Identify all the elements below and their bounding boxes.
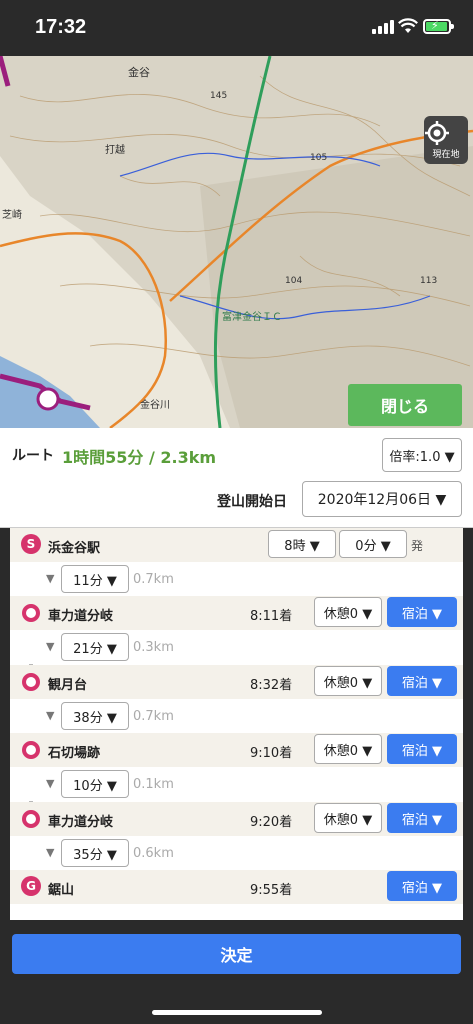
map-label: 113 bbox=[420, 276, 438, 286]
segment-arrow-icon: ▼ bbox=[46, 709, 55, 722]
map-label: 打越 bbox=[105, 145, 125, 156]
status-time: 17:32 bbox=[35, 16, 87, 38]
segment-row: ▼ 21分 ▼ 0.3km bbox=[10, 630, 463, 664]
waypoint-name: 車力道分岐 bbox=[48, 815, 114, 830]
rate-select[interactable]: 倍率:1.0 ▼ bbox=[382, 438, 462, 472]
waypoint-name: 車力道分岐 bbox=[48, 609, 114, 624]
cellular-signal-icon bbox=[372, 20, 394, 34]
waypoint-row: 観月台 8:32着 休憩0 ▼ 宿泊 ▼ bbox=[10, 665, 463, 699]
rest-select[interactable]: 休憩0 ▼ bbox=[314, 666, 382, 696]
waypoint-marker-icon bbox=[22, 673, 40, 691]
status-bar: 17:32 ⚡ bbox=[0, 0, 473, 56]
map-label: 富津金谷ＩＣ bbox=[222, 312, 282, 323]
route-summary-panel: ルート 1時間55分 / 2.3km 倍率:1.0 ▼ 登山開始日 2020年1… bbox=[0, 428, 473, 528]
departure-minute-select[interactable]: 0分 ▼ bbox=[339, 530, 407, 558]
current-location-label: 現在地 bbox=[432, 150, 460, 160]
segment-arrow-icon: ▼ bbox=[46, 640, 55, 653]
bottom-bar: 決定 bbox=[0, 920, 473, 1024]
waypoint-marker-icon bbox=[22, 810, 40, 828]
segment-distance: 0.3km bbox=[133, 640, 174, 655]
segment-row: ▼ 11分 ▼ 0.7km bbox=[10, 562, 463, 596]
arrival-time: 8:11着 bbox=[250, 609, 293, 624]
departure-hour-select[interactable]: 8時 ▼ bbox=[268, 530, 336, 558]
waypoint-row: 車力道分岐 9:20着 休憩0 ▼ 宿泊 ▼ bbox=[10, 802, 463, 836]
segment-arrow-icon: ▼ bbox=[46, 572, 55, 585]
departure-suffix: 発 bbox=[411, 539, 424, 553]
rest-select[interactable]: 休憩0 ▼ bbox=[314, 597, 382, 627]
stay-button[interactable]: 宿泊 ▼ bbox=[387, 871, 457, 901]
stay-button[interactable]: 宿泊 ▼ bbox=[387, 666, 457, 696]
battery-charging-icon: ⚡ bbox=[423, 19, 454, 34]
segment-arrow-icon: ▼ bbox=[46, 777, 55, 790]
arrival-time: 9:10着 bbox=[250, 746, 293, 761]
rest-select[interactable]: 休憩0 ▼ bbox=[314, 803, 382, 833]
waypoint-row: 石切場跡 9:10着 休憩0 ▼ 宿泊 ▼ bbox=[10, 733, 463, 767]
map-label: 金谷川 bbox=[140, 400, 170, 411]
route-value: 1時間55分 / 2.3km bbox=[62, 448, 217, 467]
segment-duration-select[interactable]: 35分 ▼ bbox=[61, 839, 129, 867]
stay-button[interactable]: 宿泊 ▼ bbox=[387, 734, 457, 764]
arrival-time: 9:20着 bbox=[250, 815, 293, 830]
segment-duration-select[interactable]: 10分 ▼ bbox=[61, 770, 129, 798]
waypoint-marker-icon bbox=[22, 741, 40, 759]
decide-button[interactable]: 決定 bbox=[12, 934, 461, 974]
map-label: 145 bbox=[210, 91, 228, 101]
segment-duration-select[interactable]: 38分 ▼ bbox=[61, 702, 129, 730]
waypoint-goal: G 鋸山 9:55着 宿泊 ▼ bbox=[10, 870, 463, 904]
segment-distance: 0.7km bbox=[133, 572, 174, 587]
waypoint-marker-icon bbox=[22, 604, 40, 622]
segment-duration-select[interactable]: 21分 ▼ bbox=[61, 633, 129, 661]
segment-row: ▼ 35分 ▼ 0.6km bbox=[10, 836, 463, 870]
close-button[interactable]: 閉じる bbox=[348, 384, 462, 426]
segment-arrow-icon: ▼ bbox=[46, 846, 55, 859]
stay-button[interactable]: 宿泊 ▼ bbox=[387, 803, 457, 833]
segment-duration-select[interactable]: 11分 ▼ bbox=[61, 565, 129, 593]
segment-distance: 0.1km bbox=[133, 777, 174, 792]
goal-marker: G bbox=[21, 876, 41, 896]
start-date-label: 登山開始日 bbox=[217, 494, 287, 510]
start-date-select[interactable]: 2020年12月06日 ▼ bbox=[302, 481, 462, 517]
arrival-time: 8:32着 bbox=[250, 678, 293, 693]
wifi-icon bbox=[398, 18, 418, 33]
map-label: 105 bbox=[310, 153, 328, 163]
waypoint-name: 浜金谷駅 bbox=[48, 541, 101, 556]
route-label: ルート bbox=[12, 448, 54, 464]
current-location-button[interactable]: 現在地 bbox=[424, 116, 468, 164]
waypoint-name: 石切場跡 bbox=[48, 746, 101, 761]
waypoint-name: 鋸山 bbox=[48, 883, 75, 898]
waypoint-row: 車力道分岐 8:11着 休憩0 ▼ 宿泊 ▼ bbox=[10, 596, 463, 630]
segment-distance: 0.7km bbox=[133, 709, 174, 724]
arrival-time: 9:55着 bbox=[250, 883, 293, 898]
stay-button[interactable]: 宿泊 ▼ bbox=[387, 597, 457, 627]
map-label: 芝崎 bbox=[2, 210, 22, 221]
waypoint-start: S 浜金谷駅 8時 ▼ 0分 ▼ 発 bbox=[10, 528, 463, 562]
waypoint-name: 観月台 bbox=[48, 678, 88, 693]
start-marker: S bbox=[21, 534, 41, 554]
segment-row: ▼ 38分 ▼ 0.7km bbox=[10, 699, 463, 733]
segment-row: ▼ 10分 ▼ 0.1km bbox=[10, 767, 463, 801]
map-label: 金谷 bbox=[128, 66, 150, 79]
home-indicator[interactable] bbox=[152, 1010, 322, 1015]
topographic-map[interactable]: 金谷 145 105 打越 芝崎 104 113 富津金谷ＩＣ 金谷川 現在地 bbox=[0, 56, 473, 428]
waypoint-list[interactable]: S 浜金谷駅 8時 ▼ 0分 ▼ 発 ▼ 11分 ▼ 0.7km 車力道分岐 8… bbox=[10, 528, 463, 920]
map-canvas bbox=[0, 56, 473, 428]
crosshair-icon bbox=[425, 121, 449, 145]
segment-distance: 0.6km bbox=[133, 846, 174, 861]
map-label: 104 bbox=[285, 276, 303, 286]
rest-select[interactable]: 休憩0 ▼ bbox=[314, 734, 382, 764]
